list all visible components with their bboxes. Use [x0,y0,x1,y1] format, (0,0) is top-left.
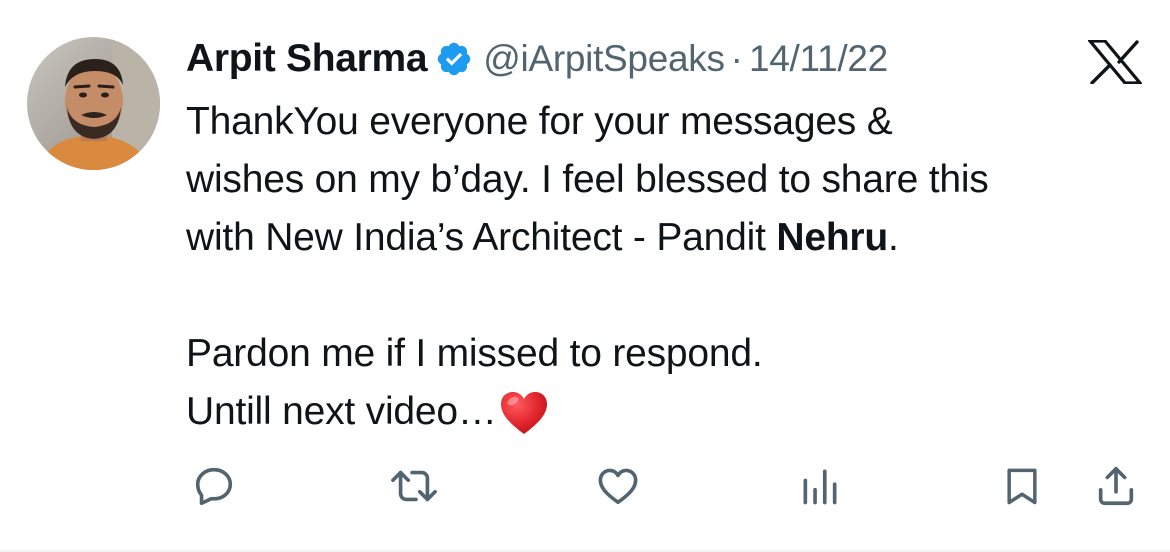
x-logo-icon[interactable] [1086,39,1144,85]
tweet-card[interactable]: Arpit Sharma @iArpitSpeaks · 14/11/22 Th… [0,0,1170,552]
share-icon [1098,466,1134,506]
verified-badge-icon [435,40,473,78]
like-button[interactable] [592,460,644,512]
author-name[interactable]: Arpit Sharma [186,37,428,81]
views-icon [803,469,837,505]
text-segment: with New India’s Architect - Pandit [186,216,777,259]
tweet-text: ThankYou everyone for your messages & wi… [186,93,1146,441]
tweet-text-line: ThankYou everyone for your messages & [186,100,893,143]
tweet-text-line: with New India’s Architect - Pandit Nehr… [186,209,1146,267]
red-heart-emoji-icon [499,390,549,436]
retweet-button[interactable] [388,460,440,512]
tweet-text-line: Pardon me if I missed to respond. [186,332,763,375]
bold-text: Nehru [776,216,889,259]
text-segment: Untill next video… [186,390,497,433]
views-button[interactable] [794,460,846,512]
retweet-icon [391,470,437,502]
bookmark-button[interactable] [996,460,1048,512]
reply-icon [195,467,233,506]
author-handle[interactable]: @iArpitSpeaks [483,38,725,80]
bookmark-icon [1007,468,1037,505]
tweet-date[interactable]: 14/11/22 [749,38,888,80]
avatar-image [27,37,160,170]
tweet-actions [0,460,1170,514]
separator-dot: · [730,38,743,79]
heart-icon [598,468,638,505]
reply-button[interactable] [188,460,240,512]
tweet-text-line: Untill next video… [186,383,1146,441]
author-avatar[interactable] [27,37,160,170]
tweet-header: Arpit Sharma @iArpitSpeaks · 14/11/22 [186,34,888,84]
share-button[interactable] [1090,460,1142,512]
tweet-text-line: wishes on my b’day. I feel blessed to sh… [186,158,989,201]
text-segment: . [888,216,899,259]
